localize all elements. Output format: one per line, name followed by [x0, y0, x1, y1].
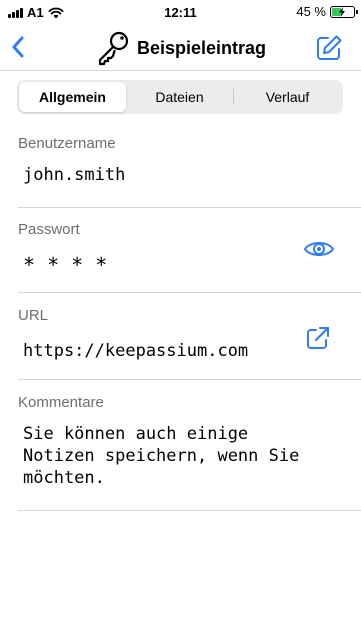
- show-password-button[interactable]: [303, 238, 335, 265]
- status-right: 45 %: [296, 4, 358, 19]
- field-divider: [18, 379, 361, 380]
- open-link-icon: [307, 327, 329, 349]
- notes-label: Kommentare: [18, 394, 104, 411]
- battery-icon: [330, 5, 358, 18]
- tab-general[interactable]: Allgemein: [19, 82, 126, 112]
- page-title: Beispieleintrag: [0, 30, 361, 66]
- username-field[interactable]: Benutzername john.smith: [18, 135, 361, 186]
- notes-value[interactable]: Sie können auch einige Notizen speichern…: [18, 423, 361, 489]
- status-bar: A1 12:11 45 %: [0, 0, 361, 24]
- charging-bolt-icon: [339, 6, 345, 17]
- tab-bar: Allgemein Dateien Verlauf: [17, 80, 343, 114]
- title-text: Beispieleintrag: [136, 37, 267, 58]
- username-label: Benutzername: [18, 135, 116, 152]
- edit-button[interactable]: [315, 34, 343, 62]
- open-url-button[interactable]: [305, 325, 331, 356]
- password-label: Passwort: [18, 221, 80, 238]
- field-divider: [18, 510, 361, 511]
- username-value[interactable]: john.smith: [18, 164, 361, 186]
- tab-files[interactable]: Dateien: [126, 82, 233, 112]
- field-divider: [18, 207, 361, 208]
- key-icon: [98, 31, 129, 66]
- tab-history[interactable]: Verlauf: [234, 82, 341, 112]
- edit-icon: [317, 35, 342, 60]
- eye-icon: [303, 242, 335, 256]
- nav-divider: [0, 70, 361, 71]
- battery-percent: 45 %: [296, 4, 326, 19]
- field-divider: [18, 292, 361, 293]
- notes-field[interactable]: Kommentare Sie können auch einige Notize…: [18, 394, 361, 489]
- url-label: URL: [18, 307, 49, 324]
- nav-bar: Beispieleintrag: [0, 24, 361, 70]
